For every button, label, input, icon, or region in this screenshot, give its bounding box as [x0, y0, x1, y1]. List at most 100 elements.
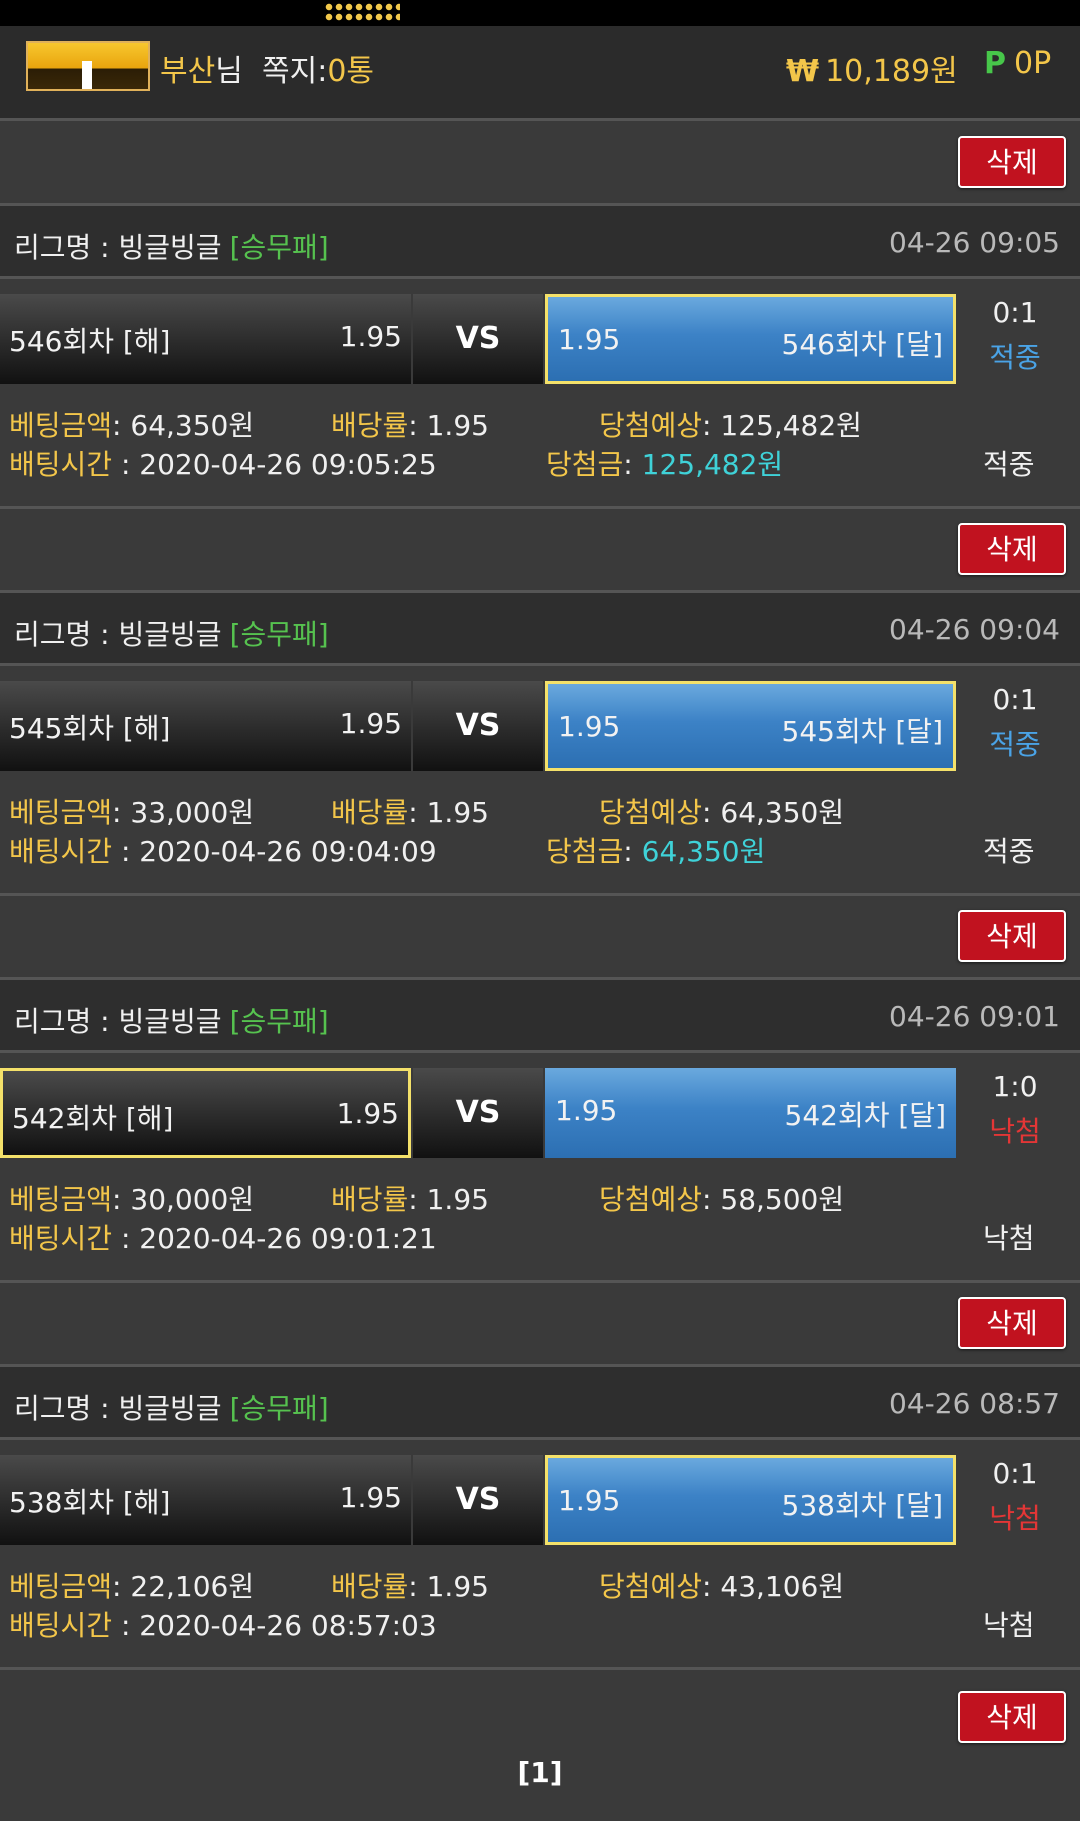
away-odds: 1.95 [558, 710, 621, 743]
site-logo[interactable] [26, 41, 150, 91]
home-odds: 1.95 [336, 1097, 399, 1130]
league-time: 04-26 08:57 [889, 1387, 1060, 1420]
away-odds: 1.95 [555, 1094, 618, 1127]
delete-button[interactable]: 삭제 [958, 523, 1066, 575]
nickname: 부산 [160, 54, 216, 89]
final-result: 적중 [983, 835, 1035, 868]
win-amount: 당첨금: 125,482원 [546, 448, 784, 481]
message-count: 0통 [327, 54, 374, 89]
home-odds: 1.95 [339, 707, 402, 740]
delete-button[interactable]: 삭제 [958, 1691, 1066, 1743]
away-team-button[interactable]: 1.95 542회차 [달] [545, 1068, 956, 1158]
away-team-name: 542회차 [달] [784, 1099, 946, 1132]
bet-time: 배팅시간 : 2020-04-26 09:01:21 [9, 1222, 437, 1255]
match-result: 적중 [989, 728, 1041, 761]
home-team-button[interactable]: 538회차 [해] 1.95 [0, 1455, 411, 1545]
away-team-name: 538회차 [달] [781, 1489, 943, 1522]
message-label: 쪽지: [262, 54, 328, 89]
expected-win: 당첨예상: 125,482원 [599, 409, 862, 442]
league-name: 리그명 : 빙글빙글 [승무패] [14, 1005, 329, 1038]
money-value: 10,189원 [825, 54, 958, 89]
match-score: 1:0 [992, 1070, 1038, 1103]
league-type: [승무패] [229, 1005, 329, 1038]
bet-odds: 배당률: 1.95 [331, 1183, 489, 1216]
vs-label: VS [413, 1068, 543, 1158]
bet-amount: 베팅금액: 30,000원 [9, 1183, 255, 1216]
bet-amount: 베팅금액: 22,106원 [9, 1570, 255, 1603]
notification-icon [324, 2, 400, 22]
match-score: 0:1 [992, 683, 1038, 716]
pagination[interactable]: [1] [0, 1756, 1080, 1789]
final-result: 낙첨 [983, 1222, 1035, 1255]
top-bar: 부산님 쪽지:0통 ₩10,189원 P 0P [0, 26, 1080, 121]
message-link[interactable]: 쪽지:0통 [262, 46, 374, 90]
delete-button[interactable]: 삭제 [958, 136, 1066, 188]
league-row: 리그명 : 빙글빙글 [승무패] 04-26 09:01 [0, 977, 1080, 1053]
home-team-name: 545회차 [해] [9, 712, 171, 745]
match-result: 적중 [989, 341, 1041, 374]
league-row: 리그명 : 빙글빙글 [승무패] 04-26 09:04 [0, 590, 1080, 666]
home-team-name: 538회차 [해] [9, 1486, 171, 1519]
delete-button[interactable]: 삭제 [958, 1297, 1066, 1349]
away-team-name: 546회차 [달] [781, 328, 943, 361]
bet-amount: 베팅금액: 33,000원 [9, 796, 255, 829]
league-type: [승무패] [229, 1392, 329, 1425]
match-result: 낙첨 [989, 1502, 1041, 1535]
win-amount: 당첨금: 64,350원 [546, 835, 766, 868]
points-balance: P 0P [984, 46, 1051, 81]
status-bar [0, 0, 1080, 26]
away-team-name: 545회차 [달] [781, 715, 943, 748]
match-score: 0:1 [992, 1457, 1038, 1490]
league-time: 04-26 09:04 [889, 613, 1060, 646]
won-icon: ₩ [786, 54, 820, 89]
delete-button[interactable]: 삭제 [958, 910, 1066, 962]
home-team-button[interactable]: 546회차 [해] 1.95 [0, 294, 411, 384]
away-odds: 1.95 [558, 323, 621, 356]
match-result: 낙첨 [989, 1115, 1041, 1148]
league-name: 리그명 : 빙글빙글 [승무패] [14, 618, 329, 651]
home-team-button[interactable]: 545회차 [해] 1.95 [0, 681, 411, 771]
league-name: 리그명 : 빙글빙글 [승무패] [14, 1392, 329, 1425]
divider [0, 1667, 1080, 1670]
away-team-button[interactable]: 1.95 545회차 [달] [545, 681, 956, 771]
league-row: 리그명 : 빙글빙글 [승무패] 04-26 08:57 [0, 1364, 1080, 1440]
home-odds: 1.95 [339, 320, 402, 353]
points-value: 0P [1014, 46, 1052, 81]
league-time: 04-26 09:01 [889, 1000, 1060, 1033]
user-name: 부산님 [160, 46, 243, 90]
bet-odds: 배당률: 1.95 [331, 409, 489, 442]
final-result: 낙첨 [983, 1609, 1035, 1642]
vs-label: VS [413, 294, 543, 384]
match-score: 0:1 [992, 296, 1038, 329]
home-odds: 1.95 [339, 1481, 402, 1514]
league-type: [승무패] [229, 618, 329, 651]
home-team-name: 542회차 [해] [12, 1102, 174, 1135]
divider [0, 893, 1080, 896]
bet-amount: 베팅금액: 64,350원 [9, 409, 255, 442]
away-team-button[interactable]: 1.95 546회차 [달] [545, 294, 956, 384]
vs-label: VS [413, 1455, 543, 1545]
divider [0, 1280, 1080, 1283]
league-row: 리그명 : 빙글빙글 [승무패] 04-26 09:05 [0, 203, 1080, 279]
money-balance: ₩10,189원 [786, 46, 958, 90]
league-name: 리그명 : 빙글빙글 [승무패] [14, 231, 329, 264]
bet-odds: 배당률: 1.95 [331, 796, 489, 829]
league-time: 04-26 09:05 [889, 226, 1060, 259]
league-type: [승무패] [229, 231, 329, 264]
expected-win: 당첨예상: 64,350원 [599, 796, 845, 829]
home-team-button[interactable]: 542회차 [해] 1.95 [0, 1068, 411, 1158]
vs-label: VS [413, 681, 543, 771]
expected-win: 당첨예상: 43,106원 [599, 1570, 845, 1603]
bet-odds: 배당률: 1.95 [331, 1570, 489, 1603]
away-odds: 1.95 [558, 1484, 621, 1517]
expected-win: 당첨예상: 58,500원 [599, 1183, 845, 1216]
final-result: 적중 [983, 448, 1035, 481]
divider [0, 506, 1080, 509]
bet-time: 배팅시간 : 2020-04-26 08:57:03 [9, 1609, 437, 1642]
nickname-suffix: 님 [215, 54, 243, 89]
home-team-name: 546회차 [해] [9, 325, 171, 358]
bet-time: 배팅시간 : 2020-04-26 09:05:25 [9, 448, 437, 481]
bet-time: 배팅시간 : 2020-04-26 09:04:09 [9, 835, 437, 868]
away-team-button[interactable]: 1.95 538회차 [달] [545, 1455, 956, 1545]
points-icon: P [984, 46, 1006, 81]
